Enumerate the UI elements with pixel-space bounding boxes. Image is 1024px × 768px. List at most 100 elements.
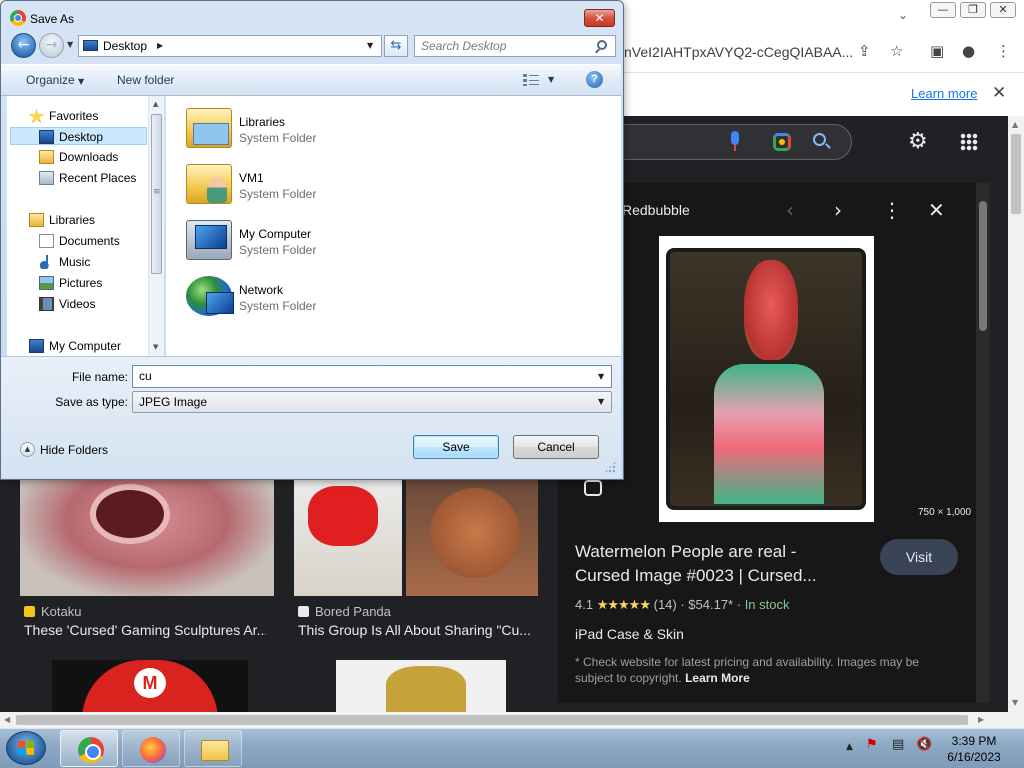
preview-image[interactable] — [666, 248, 866, 510]
disclaimer-learn-more-link[interactable]: Learn More — [685, 671, 750, 685]
bookmark-star-icon[interactable]: ☆ — [890, 42, 903, 60]
close-preview-icon[interactable]: ✕ — [928, 198, 945, 222]
hscroll-thumb[interactable] — [16, 715, 968, 725]
nav-downloads[interactable]: Downloads — [39, 148, 118, 166]
scroll-thumb[interactable] — [1011, 134, 1021, 214]
nav-my-computer[interactable]: My Computer — [29, 337, 121, 355]
share-icon[interactable]: ⇪ — [858, 42, 871, 60]
next-icon[interactable]: › — [834, 198, 842, 222]
apps-grid-icon[interactable] — [960, 133, 978, 151]
volume-icon[interactable]: 🔇 — [916, 737, 932, 752]
nav-pictures[interactable]: Pictures — [39, 274, 102, 292]
recent-locations-icon[interactable]: ▼ — [67, 40, 73, 49]
taskbar-firefox[interactable] — [122, 730, 180, 767]
chrome-app-icon — [10, 10, 26, 26]
cancel-button[interactable]: Cancel — [513, 435, 599, 459]
save-type-dropdown-icon[interactable]: ▼ — [598, 397, 604, 406]
visit-button[interactable]: Visit — [880, 539, 958, 575]
result-source[interactable]: Kotaku — [24, 604, 81, 619]
hide-folders-button[interactable]: Hide Folders — [40, 443, 108, 457]
taskbar-explorer[interactable] — [184, 730, 242, 767]
more-options-icon[interactable]: ⋮ — [882, 198, 902, 222]
nav-music[interactable]: Music — [39, 253, 90, 271]
nav-desktop[interactable]: Desktop — [10, 127, 147, 145]
visual-search-icon[interactable] — [584, 480, 602, 496]
location-breadcrumb[interactable]: Desktop ▶ ▼ — [78, 35, 382, 57]
taskbar-chrome[interactable] — [60, 730, 118, 767]
save-button[interactable]: Save — [413, 435, 499, 459]
tab-search-icon[interactable]: ⌄ — [898, 8, 908, 22]
nav-documents[interactable]: Documents — [39, 232, 120, 250]
file-name-input[interactable]: cu — [132, 365, 612, 388]
lens-icon[interactable] — [773, 133, 791, 151]
file-item-my-computer[interactable]: My Computer System Folder — [186, 216, 426, 268]
forward-button[interactable]: → — [39, 33, 64, 58]
start-button[interactable] — [6, 731, 46, 765]
preview-source-name[interactable]: Redbubble — [622, 202, 690, 218]
scroll-up-icon[interactable]: ▲ — [1012, 120, 1018, 129]
address-dropdown-icon[interactable]: ▼ — [367, 41, 373, 50]
search-icon[interactable] — [813, 133, 826, 146]
gear-icon[interactable]: ⚙ — [908, 129, 928, 154]
menu-kebab-icon[interactable]: ⋮ — [996, 42, 1011, 60]
result-image-bowser[interactable] — [336, 660, 506, 712]
nav-scroll-up-icon[interactable]: ▲ — [153, 100, 158, 108]
new-folder-button[interactable]: New folder — [117, 73, 174, 87]
learn-more-link[interactable]: Learn more — [911, 86, 977, 101]
search-icon[interactable] — [597, 40, 607, 50]
result-image-mask[interactable] — [406, 478, 538, 596]
nav-recent-places[interactable]: Recent Places — [39, 169, 136, 187]
file-item-vm1[interactable]: VM1 System Folder — [186, 160, 426, 212]
side-panel-icon[interactable]: ▣ — [930, 42, 944, 60]
network-icon[interactable]: ▤ — [892, 737, 904, 752]
dialog-close-button[interactable]: ✕ — [584, 9, 615, 27]
breadcrumb-chevron-icon[interactable]: ▶ — [157, 41, 163, 50]
scroll-down-icon[interactable]: ▼ — [1012, 698, 1018, 707]
result-image-mario[interactable] — [52, 660, 248, 712]
action-center-icon[interactable]: ⚑ — [866, 737, 878, 752]
result-caption[interactable]: These 'Cursed' Gaming Sculptures Ar... — [24, 622, 266, 638]
search-input[interactable]: Search Desktop — [414, 35, 616, 57]
panel-scrollbar[interactable] — [976, 183, 990, 703]
view-dropdown-icon[interactable]: ▼ — [548, 75, 554, 84]
organize-menu[interactable]: Organize ▼ — [26, 73, 84, 87]
close-infobar-icon[interactable]: ✕ — [992, 83, 1006, 103]
close-window-button[interactable]: ✕ — [990, 2, 1016, 18]
view-options-icon[interactable] — [523, 73, 539, 86]
scroll-right-icon[interactable]: ▶ — [978, 715, 984, 724]
help-icon[interactable]: ? — [586, 71, 603, 88]
restore-button[interactable]: ❐ — [960, 2, 986, 18]
refresh-button[interactable]: ⇆ — [384, 35, 408, 57]
file-name-dropdown-icon[interactable]: ▼ — [598, 372, 604, 381]
preview-title[interactable]: Watermelon People are real - Cursed Imag… — [575, 540, 855, 588]
result-image-sculpture[interactable] — [20, 478, 274, 596]
show-hidden-icons-icon[interactable]: ▲ — [846, 742, 853, 752]
chevron-up-icon[interactable]: ▲ — [20, 442, 35, 457]
file-item-network[interactable]: Network System Folder — [186, 272, 426, 324]
url-text[interactable]: nVeI2IAHTpxAVYQ2-cCegQIABAA... — [624, 44, 853, 60]
profile-icon[interactable]: ● — [962, 42, 975, 60]
nav-scroll-down-icon[interactable]: ▼ — [153, 343, 158, 351]
previous-icon[interactable]: ‹ — [786, 198, 794, 222]
save-type-select[interactable]: JPEG Image — [132, 391, 612, 413]
desktop-icon — [39, 130, 54, 144]
minimize-button[interactable]: — — [930, 2, 956, 18]
nav-pane-scrollbar[interactable]: ▲ ≡ ▼ — [148, 96, 164, 356]
nav-videos[interactable]: Videos — [39, 295, 95, 313]
videos-icon — [39, 297, 54, 311]
file-type: System Folder — [239, 131, 317, 145]
nav-libraries[interactable]: Libraries — [29, 211, 95, 229]
page-vertical-scrollbar[interactable]: ▲ ▼ — [1008, 116, 1024, 712]
back-button[interactable]: ← — [11, 33, 36, 58]
result-image-elmo[interactable] — [294, 478, 402, 596]
scroll-left-icon[interactable]: ◀ — [4, 715, 10, 724]
file-item-libraries[interactable]: Libraries System Folder — [186, 104, 426, 156]
result-caption[interactable]: This Group Is All About Sharing "Cu... — [298, 622, 540, 638]
voice-search-icon[interactable] — [728, 131, 742, 153]
page-horizontal-scrollbar[interactable]: ◀ ▶ — [0, 712, 1024, 728]
nav-favorites[interactable]: Favorites — [29, 107, 98, 125]
folder-icon — [201, 740, 229, 761]
result-source[interactable]: Bored Panda — [298, 604, 391, 619]
taskbar-clock[interactable]: 3:39 PM 6/16/2023 — [944, 733, 1004, 765]
breadcrumb-desktop[interactable]: Desktop — [103, 39, 147, 53]
